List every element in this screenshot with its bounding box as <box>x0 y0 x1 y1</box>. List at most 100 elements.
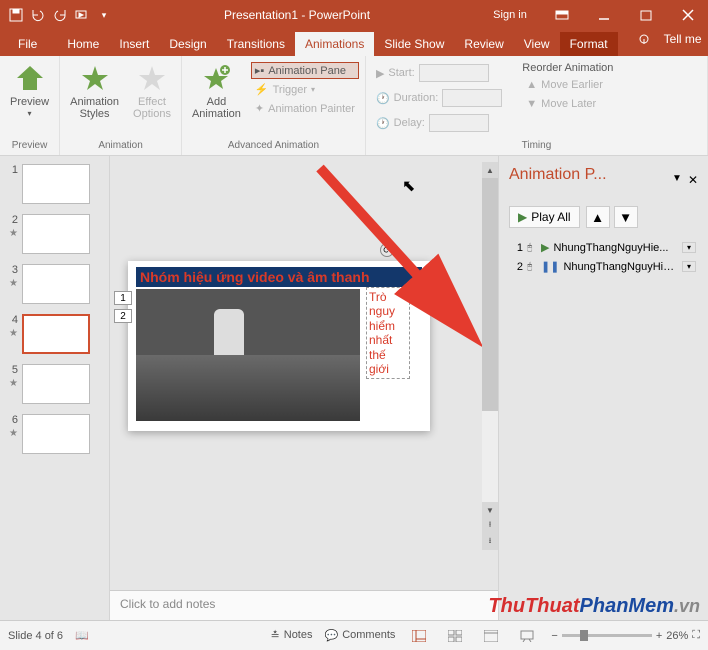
animation-item[interactable]: 2 🖰 ❚❚ NhungThangNguyHie... ▾ <box>509 257 698 276</box>
start-from-beginning-icon[interactable] <box>72 5 92 25</box>
rotation-handle[interactable]: ⟳ <box>380 243 394 257</box>
scroll-up-icon[interactable]: ▲ <box>482 162 498 178</box>
reading-view-icon[interactable] <box>479 627 503 645</box>
slide-thumbnail[interactable]: 1 <box>4 164 105 204</box>
slide-canvas[interactable]: 1 2 Nhóm hiệu ứng video và âm thanh ⟳ Tr… <box>110 156 498 590</box>
tab-insert[interactable]: Insert <box>109 32 159 56</box>
lightning-icon: ⚡ <box>255 83 269 96</box>
animation-pane-button[interactable]: ▸▪Animation Pane <box>251 62 359 79</box>
move-later-button: ▼Move Later <box>522 96 613 112</box>
slide-thumbnail[interactable]: 2★ <box>4 214 105 254</box>
delay-field: 🕐Delay: <box>372 112 506 134</box>
text-box[interactable]: Trò nguy hiểm nhất thế giới <box>366 287 410 379</box>
tab-animations[interactable]: Animations <box>295 32 374 56</box>
undo-icon[interactable] <box>28 5 48 25</box>
group-animation: Animation <box>66 138 175 153</box>
next-slide-icon[interactable]: ⭳ <box>482 534 498 550</box>
pane-dropdown-icon[interactable]: ▼ <box>672 173 682 187</box>
vertical-scrollbar[interactable]: ▲ ▼ ⭱ ⭳ <box>482 162 498 550</box>
status-bar: Slide 4 of 6 📖 ≛ Notes 💬 Comments − + 26… <box>0 620 708 650</box>
prev-slide-icon[interactable]: ⭱ <box>482 518 498 534</box>
animation-list: 1 🖰 ▶ NhungThangNguyHie... ▾ 2 🖰 ❚❚ Nhun… <box>509 238 698 276</box>
clock-icon: 🕐 <box>376 92 390 105</box>
watermark: ThuThuatPhanMem.vn <box>488 595 700 618</box>
save-icon[interactable] <box>6 5 26 25</box>
current-slide[interactable]: 1 2 Nhóm hiệu ứng video và âm thanh ⟳ Tr… <box>128 261 430 431</box>
zoom-level[interactable]: 26% <box>666 630 688 642</box>
ribbon-tabs: File Home Insert Design Transitions Anim… <box>0 30 708 56</box>
redo-icon[interactable] <box>50 5 70 25</box>
normal-view-icon[interactable] <box>407 627 431 645</box>
sorter-view-icon[interactable] <box>443 627 467 645</box>
mouse-icon: 🖰 <box>527 242 537 253</box>
window-title: Presentation1 - PowerPoint <box>114 8 480 22</box>
tab-home[interactable]: Home <box>57 32 109 56</box>
comments-toggle[interactable]: 💬 Comments <box>325 629 396 642</box>
minimize-icon[interactable] <box>584 1 624 29</box>
scroll-down-icon[interactable]: ▼ <box>482 502 498 518</box>
group-advanced-animation: Advanced Animation <box>188 138 359 153</box>
fit-window-icon[interactable]: ⛶ <box>692 629 700 642</box>
signin-link[interactable]: Sign in <box>480 1 540 29</box>
move-up-button[interactable]: ▲ <box>586 206 610 228</box>
notes-toggle[interactable]: ≛ Notes <box>271 629 313 642</box>
down-icon: ▼ <box>526 98 537 110</box>
slide-thumbnail[interactable]: 5★ <box>4 364 105 404</box>
spellcheck-icon[interactable]: 📖 <box>75 629 89 642</box>
zoom-out-icon[interactable]: − <box>551 630 557 642</box>
tab-format[interactable]: Format <box>560 32 618 56</box>
pause-icon: ❚❚ <box>541 260 559 273</box>
slideshow-view-icon[interactable] <box>515 627 539 645</box>
tab-file[interactable]: File <box>8 32 47 56</box>
effect-options-icon <box>136 62 168 94</box>
animation-pane: Animation P... ▼ ✕ ▶Play All ▲ ▼ 1 🖰 ▶ N… <box>498 156 708 620</box>
delay-icon: 🕐 <box>376 117 390 130</box>
play-icon: ▶ <box>541 241 549 254</box>
slide-thumbnail[interactable]: 4★ <box>4 314 105 354</box>
reorder-label: Reorder Animation <box>522 62 613 74</box>
pane-icon: ▸▪ <box>255 64 264 77</box>
tab-view[interactable]: View <box>514 32 560 56</box>
slide-counter[interactable]: Slide 4 of 6 <box>8 630 63 642</box>
duration-field: 🕐Duration: <box>372 87 506 109</box>
notes-pane[interactable]: Click to add notes <box>110 590 498 620</box>
slide-thumbnail[interactable]: 3★ <box>4 264 105 304</box>
star-icon <box>79 62 111 94</box>
slide-thumbnails[interactable]: 1 2★ 3★ 4★ 5★ 6★ <box>0 156 110 620</box>
pane-close-icon[interactable]: ✕ <box>688 173 698 187</box>
play-icon: ▶ <box>518 210 527 224</box>
add-animation-button[interactable]: Add Animation <box>188 62 245 120</box>
item-dropdown-icon[interactable]: ▾ <box>682 242 696 253</box>
preview-icon <box>14 62 46 94</box>
animation-painter-button: ✦Animation Painter <box>251 100 359 117</box>
zoom-slider[interactable]: − + 26% ⛶ <box>551 629 700 642</box>
slide-thumbnail[interactable]: 6★ <box>4 414 105 454</box>
move-down-button[interactable]: ▼ <box>614 206 638 228</box>
tab-slideshow[interactable]: Slide Show <box>374 32 454 56</box>
group-timing: Timing <box>372 138 701 153</box>
tab-review[interactable]: Review <box>454 32 513 56</box>
item-dropdown-icon[interactable]: ▾ <box>682 261 696 272</box>
brush-icon: ✦ <box>255 102 264 115</box>
move-earlier-button: ▲Move Earlier <box>522 77 613 93</box>
main-area: 1 2★ 3★ 4★ 5★ 6★ 1 2 Nhóm hiệu ứng video và â… <box>0 156 708 620</box>
play-icon: ▶ <box>376 67 384 80</box>
tab-design[interactable]: Design <box>159 32 216 56</box>
effect-options-button: Effect Options <box>129 62 175 120</box>
play-all-button[interactable]: ▶Play All <box>509 206 580 228</box>
qat-more-icon[interactable]: ▾ <box>94 5 114 25</box>
ribbon-display-icon[interactable] <box>542 1 582 29</box>
sequence-tag[interactable]: 2 <box>114 309 132 323</box>
tab-transitions[interactable]: Transitions <box>217 32 295 56</box>
up-icon: ▲ <box>526 79 537 91</box>
start-field: ▶Start: <box>372 62 506 84</box>
preview-button[interactable]: Preview▾ <box>6 62 53 119</box>
video-placeholder[interactable] <box>136 289 360 421</box>
animation-item[interactable]: 1 🖰 ▶ NhungThangNguyHie... ▾ <box>509 238 698 257</box>
add-animation-icon <box>200 62 232 94</box>
zoom-in-icon[interactable]: + <box>656 630 662 642</box>
tell-me[interactable]: Tell me <box>628 22 708 56</box>
slide-title[interactable]: Nhóm hiệu ứng video và âm thanh <box>136 267 422 287</box>
sequence-tag[interactable]: 1 <box>114 291 132 305</box>
animation-styles-button[interactable]: Animation Styles <box>66 62 123 120</box>
